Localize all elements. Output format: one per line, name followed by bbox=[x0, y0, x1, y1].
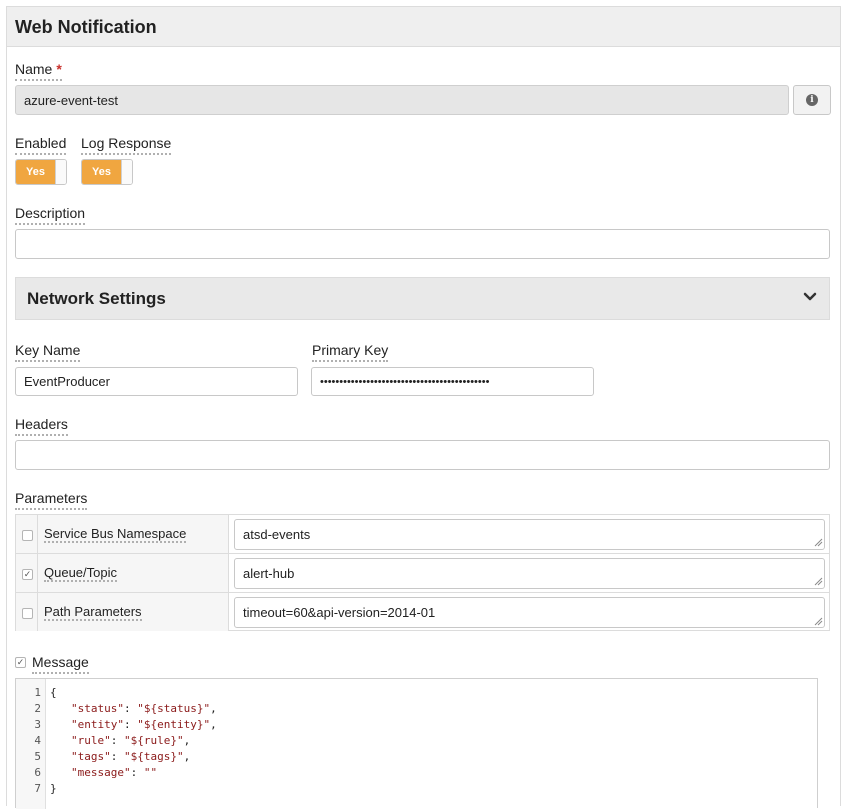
code-line: "entity": "${entity}", bbox=[71, 717, 217, 733]
web-notification-panel: Web Notification Name * azure-event-test … bbox=[6, 6, 841, 809]
param-name: Service Bus Namespace bbox=[44, 526, 187, 543]
param-value-input[interactable]: alert-hub bbox=[234, 558, 825, 589]
json-tail: , bbox=[210, 702, 217, 715]
network-settings-title: Network Settings bbox=[27, 289, 166, 308]
param-check-cell bbox=[16, 515, 38, 553]
editor-gutter: 1 2 3 4 5 6 7 bbox=[16, 679, 46, 809]
log-response-toggle-on: Yes bbox=[82, 160, 121, 184]
json-key: "tags" bbox=[71, 750, 111, 763]
line-number: 1 bbox=[34, 686, 41, 699]
toggle-handle bbox=[55, 160, 66, 184]
line-number: 2 bbox=[34, 702, 41, 715]
primary-key-input[interactable]: ••••••••••••••••••••••••••••••••••••••••… bbox=[311, 367, 594, 396]
name-label-text: Name bbox=[15, 61, 53, 77]
headers-label: Headers bbox=[15, 415, 68, 436]
description-label: Description bbox=[15, 204, 86, 225]
name-info-button[interactable]: i bbox=[793, 85, 831, 115]
primary-key-label: Primary Key bbox=[312, 341, 389, 362]
enabled-toggle[interactable]: Yes bbox=[15, 159, 67, 185]
parameter-row: Service Bus Namespace atsd-events bbox=[16, 515, 829, 554]
description-input[interactable] bbox=[15, 229, 830, 259]
required-marker: * bbox=[56, 61, 62, 77]
json-value: "" bbox=[143, 766, 158, 779]
json-tail: , bbox=[183, 750, 191, 763]
param-checkbox[interactable] bbox=[22, 608, 33, 619]
param-value-input[interactable]: timeout=60&api-version=2014-01 bbox=[234, 597, 825, 628]
code-line: "status": "${status}", bbox=[71, 701, 217, 717]
resize-grip-icon[interactable] bbox=[813, 576, 823, 586]
line-number: 3 bbox=[34, 718, 41, 731]
resize-grip-icon[interactable] bbox=[813, 616, 823, 626]
json-sep: : bbox=[110, 750, 124, 763]
panel-header: Web Notification bbox=[7, 7, 840, 47]
parameters-label: Parameters bbox=[15, 489, 88, 510]
log-response-label: Log Response bbox=[81, 134, 172, 155]
json-key: "rule" bbox=[71, 734, 111, 747]
param-checkbox[interactable] bbox=[22, 530, 33, 541]
param-name-cell: Queue/Topic bbox=[38, 554, 229, 592]
parameter-row: Path Parameters timeout=60&api-version=2… bbox=[16, 593, 829, 632]
json-tail: , bbox=[210, 718, 217, 731]
enabled-toggle-on: Yes bbox=[16, 160, 55, 184]
network-settings-header[interactable]: Network Settings bbox=[15, 277, 830, 320]
toggle-handle bbox=[121, 160, 132, 184]
param-checkbox[interactable]: ✓ bbox=[22, 569, 33, 580]
code-line: { bbox=[50, 686, 57, 699]
code-line: } bbox=[50, 782, 57, 795]
param-name: Queue/Topic bbox=[44, 565, 117, 582]
chevron-down-icon[interactable] bbox=[803, 290, 817, 304]
line-number: 5 bbox=[34, 750, 41, 763]
key-name-input[interactable]: EventProducer bbox=[15, 367, 298, 396]
line-number: 7 bbox=[34, 782, 41, 795]
param-value-input[interactable]: atsd-events bbox=[234, 519, 825, 550]
param-name-cell: Service Bus Namespace bbox=[38, 515, 229, 553]
headers-input[interactable] bbox=[15, 440, 830, 470]
json-value: "${status}" bbox=[137, 702, 211, 715]
json-value: "${tags}" bbox=[124, 750, 184, 763]
enabled-label: Enabled bbox=[15, 134, 67, 155]
line-number: 4 bbox=[34, 734, 41, 747]
name-label: Name * bbox=[15, 60, 62, 81]
message-editor[interactable]: 1 2 3 4 5 6 7 { "status": "${status}", "… bbox=[15, 678, 818, 809]
json-key: "message" bbox=[71, 766, 131, 779]
panel-title: Web Notification bbox=[15, 17, 157, 37]
json-sep: : bbox=[110, 734, 124, 747]
json-tail: , bbox=[183, 734, 191, 747]
json-sep: : bbox=[123, 702, 138, 715]
param-check-cell: ✓ bbox=[16, 554, 38, 592]
info-icon: i bbox=[806, 94, 818, 106]
json-value: "${rule}" bbox=[124, 734, 184, 747]
param-check-cell bbox=[16, 593, 38, 631]
code-line: "tags": "${tags}", bbox=[71, 749, 190, 765]
code-line: "message": "" bbox=[71, 765, 157, 781]
code-line: "rule": "${rule}", bbox=[71, 733, 190, 749]
param-name: Path Parameters bbox=[44, 604, 142, 621]
json-sep: : bbox=[130, 766, 144, 779]
resize-grip-icon[interactable] bbox=[813, 537, 823, 547]
name-input[interactable]: azure-event-test bbox=[15, 85, 789, 115]
json-key: "entity" bbox=[71, 718, 124, 731]
json-key: "status" bbox=[71, 702, 124, 715]
message-label: Message bbox=[32, 653, 89, 674]
log-response-toggle[interactable]: Yes bbox=[81, 159, 133, 185]
key-name-label: Key Name bbox=[15, 341, 81, 362]
message-checkbox[interactable]: ✓ bbox=[15, 657, 26, 668]
parameters-table: Service Bus Namespace atsd-events ✓ Queu… bbox=[15, 514, 830, 631]
json-sep: : bbox=[123, 718, 138, 731]
param-name-cell: Path Parameters bbox=[38, 593, 229, 631]
parameter-row: ✓ Queue/Topic alert-hub bbox=[16, 554, 829, 593]
line-number: 6 bbox=[34, 766, 41, 779]
json-value: "${entity}" bbox=[137, 718, 211, 731]
